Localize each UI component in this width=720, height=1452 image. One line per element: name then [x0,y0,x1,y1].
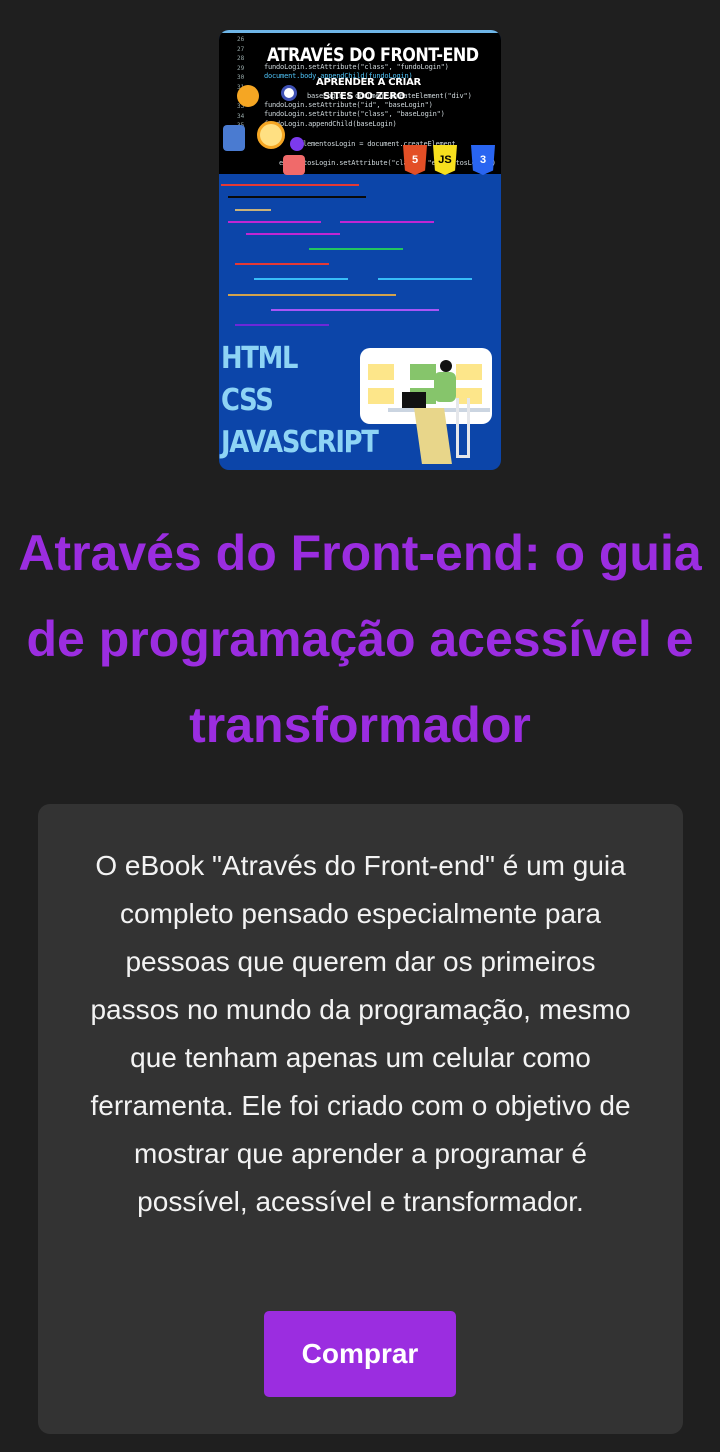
decor-line [221,184,359,186]
ebook-description: O eBook "Através do Front-end" é um guia… [90,850,631,1217]
javascript-icon: JS [433,145,457,175]
gear-icon [281,85,297,101]
css3-icon: 3 [471,145,495,175]
code-line: fundoLogin.appendChild(baseLogin) [264,120,397,128]
cover-tech-words: HTML CSS JAVASCRIPT [221,341,379,460]
woman-with-laptop-illustration [360,348,492,470]
decor-line [340,221,434,223]
person-figure-icon [283,155,305,175]
buy-button[interactable]: Comprar [264,1311,456,1397]
decor-line [271,309,439,311]
cover-subtitle: SITES DO ZERO [323,91,405,102]
decor-line [246,233,340,235]
code-line: elementosLogin = document.createElement [299,140,456,148]
person-head-icon [290,137,304,151]
ebook-cover-image: 262728293031323334353637 fundoLogin.setA… [219,30,501,470]
decor-line [309,248,403,250]
html5-icon: 5 [403,145,427,175]
decor-line [254,278,348,280]
description-card: O eBook "Através do Front-end" é um guia… [38,804,683,1434]
decor-line [228,221,321,223]
decor-line [228,196,366,198]
cover-title: ATRAVÉS DO FRONT-END [267,43,479,66]
cover-code-panel: 262728293031323334353637 fundoLogin.setA… [219,30,501,175]
decor-line [378,278,472,280]
page-title: Através do Front-end: o guia de programa… [18,525,702,753]
decor-line [235,263,329,265]
cover-subtitle: APRENDER A CRIAR [316,77,421,88]
code-line: elementosLogin.setAttribute("class", "el… [279,159,496,167]
code-line: fundoLogin.setAttribute("class", "baseLo… [264,110,445,118]
lightbulb-icon [257,121,285,149]
decor-line [228,294,396,296]
decor-line [235,324,329,326]
document-icon [223,125,245,151]
code-line: fundoLogin.setAttribute("id", "baseLogin… [264,101,433,109]
decor-line [235,209,271,211]
clock-icon [237,85,259,107]
